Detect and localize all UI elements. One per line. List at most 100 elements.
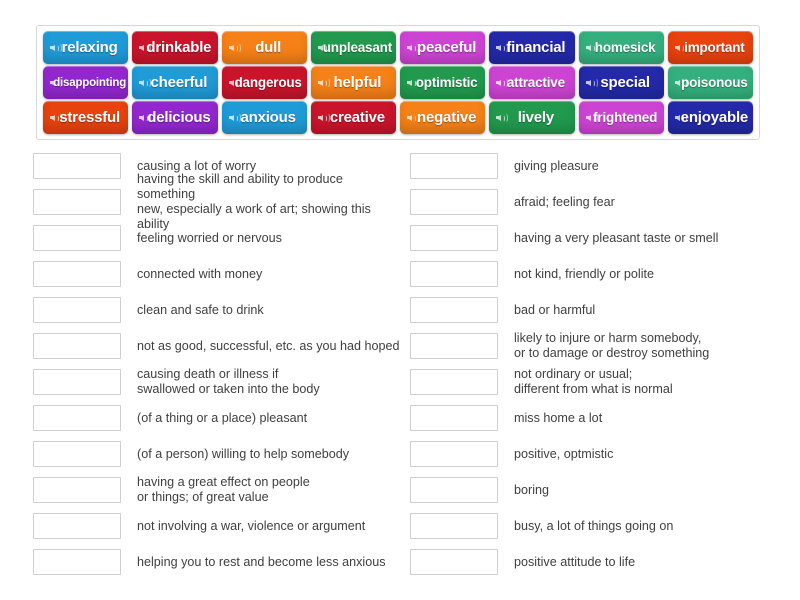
speaker-icon[interactable] xyxy=(228,112,241,124)
speaker-icon[interactable] xyxy=(585,77,598,89)
speaker-icon[interactable] xyxy=(139,112,152,124)
answer-drop-box[interactable] xyxy=(410,297,498,323)
definition-text: busy, a lot of things going on xyxy=(514,518,674,533)
speaker-icon[interactable] xyxy=(228,77,241,89)
answer-drop-box[interactable] xyxy=(410,261,498,287)
word-tile-delicious[interactable]: delicious xyxy=(132,101,218,134)
answer-drop-box[interactable] xyxy=(33,549,121,575)
answer-drop-box[interactable] xyxy=(33,477,121,503)
word-tile-important[interactable]: important xyxy=(667,31,753,64)
speaker-icon[interactable] xyxy=(50,77,63,89)
word-tile-dull[interactable]: dull xyxy=(221,31,307,64)
word-tile-disappointing[interactable]: disappointing xyxy=(43,66,129,99)
word-tile-financial[interactable]: financial xyxy=(489,31,575,64)
definition-text: afraid; feeling fear xyxy=(514,194,615,209)
word-tile-peaceful[interactable]: peaceful xyxy=(400,31,486,64)
definition-row: having the skill and ability to produce … xyxy=(33,172,403,231)
tile-row: stressful delicious anxious creative negativ… xyxy=(41,101,755,134)
definition-text: giving pleasure xyxy=(514,158,599,173)
definition-text: not as good, successful, etc. as you had… xyxy=(137,338,400,353)
speaker-icon[interactable] xyxy=(139,42,152,54)
definition-row: helping you to rest and become less anxi… xyxy=(33,544,403,580)
answer-drop-box[interactable] xyxy=(410,333,498,359)
speaker-icon[interactable] xyxy=(50,42,63,54)
speaker-icon[interactable] xyxy=(585,112,598,124)
word-tile-enjoyable[interactable]: enjoyable xyxy=(667,101,753,134)
answer-drop-box[interactable] xyxy=(410,405,498,431)
definition-text: having a great effect on people or thing… xyxy=(137,475,310,504)
definition-row: causing death or illness if swallowed or… xyxy=(33,364,403,400)
answer-drop-box[interactable] xyxy=(33,225,121,251)
word-tile-drinkable[interactable]: drinkable xyxy=(132,31,218,64)
definition-text: (of a thing or a place) pleasant xyxy=(137,410,308,425)
word-tile-special[interactable]: special xyxy=(578,66,664,99)
definition-row: boring xyxy=(410,472,780,508)
answer-drop-box[interactable] xyxy=(410,513,498,539)
word-tile-anxious[interactable]: anxious xyxy=(221,101,307,134)
answer-drop-box[interactable] xyxy=(33,513,121,539)
definition-text: bad or harmful xyxy=(514,302,596,317)
word-tile-lively[interactable]: lively xyxy=(489,101,575,134)
answer-drop-box[interactable] xyxy=(410,549,498,575)
word-tile-stressful[interactable]: stressful xyxy=(43,101,129,134)
definition-text: having the skill and ability to produce … xyxy=(137,172,371,231)
word-tile-frightened[interactable]: frightened xyxy=(578,101,664,134)
definition-row: positive attitude to life xyxy=(410,544,780,580)
answer-drop-box[interactable] xyxy=(33,369,121,395)
answer-drop-box[interactable] xyxy=(33,261,121,287)
speaker-icon[interactable] xyxy=(407,112,420,124)
definition-row: having a very pleasant taste or smell xyxy=(410,220,780,256)
answer-drop-box[interactable] xyxy=(410,441,498,467)
speaker-icon[interactable] xyxy=(496,42,509,54)
word-tile-optimistic[interactable]: optimistic xyxy=(400,66,486,99)
answer-drop-box[interactable] xyxy=(33,189,121,215)
definition-text: likely to injure or harm somebody, or to… xyxy=(514,331,710,360)
speaker-icon[interactable] xyxy=(674,112,687,124)
answer-drop-box[interactable] xyxy=(33,153,121,179)
speaker-icon[interactable] xyxy=(317,77,330,89)
answer-drop-box[interactable] xyxy=(33,333,121,359)
speaker-icon[interactable] xyxy=(407,42,420,54)
definition-row: likely to injure or harm somebody, or to… xyxy=(410,328,780,364)
word-tile-bank: relaxing drinkable dull unpleasant peaceful f… xyxy=(36,25,760,140)
word-tile-label: special xyxy=(600,74,650,91)
speaker-icon[interactable] xyxy=(228,42,241,54)
word-tile-homesick[interactable]: homesick xyxy=(578,31,664,64)
word-tile-helpful[interactable]: helpful xyxy=(310,66,396,99)
definition-row: bad or harmful xyxy=(410,292,780,328)
speaker-icon[interactable] xyxy=(674,42,687,54)
word-tile-dangerous[interactable]: dangerous xyxy=(221,66,307,99)
tile-row: disappointing cheerful dangerous helpful opt… xyxy=(41,66,755,99)
definition-text: not involving a war, violence or argumen… xyxy=(137,518,366,533)
answer-drop-box[interactable] xyxy=(33,441,121,467)
word-tile-attractive[interactable]: attractive xyxy=(489,66,575,99)
speaker-icon[interactable] xyxy=(407,77,420,89)
definition-row: having a great effect on people or thing… xyxy=(33,472,403,508)
word-tile-creative[interactable]: creative xyxy=(310,101,396,134)
speaker-icon[interactable] xyxy=(496,112,509,124)
answer-drop-box[interactable] xyxy=(410,225,498,251)
answer-drop-box[interactable] xyxy=(410,153,498,179)
definition-text: having a very pleasant taste or smell xyxy=(514,230,719,245)
speaker-icon[interactable] xyxy=(674,77,687,89)
answer-drop-box[interactable] xyxy=(410,477,498,503)
answer-drop-box[interactable] xyxy=(410,189,498,215)
word-tile-unpleasant[interactable]: unpleasant xyxy=(310,31,396,64)
definition-text: (of a person) willing to help somebody xyxy=(137,446,350,461)
speaker-icon[interactable] xyxy=(317,112,330,124)
speaker-icon[interactable] xyxy=(585,42,598,54)
word-tile-relaxing[interactable]: relaxing xyxy=(43,31,129,64)
speaker-icon[interactable] xyxy=(317,42,330,54)
answer-drop-box[interactable] xyxy=(33,297,121,323)
word-tile-cheerful[interactable]: cheerful xyxy=(132,66,218,99)
answer-drop-box[interactable] xyxy=(410,369,498,395)
word-tile-negative[interactable]: negative xyxy=(400,101,486,134)
answer-drop-box[interactable] xyxy=(33,405,121,431)
speaker-icon[interactable] xyxy=(496,77,509,89)
word-tile-poisonous[interactable]: poisonous xyxy=(667,66,753,99)
definition-row: not as good, successful, etc. as you had… xyxy=(33,328,403,364)
speaker-icon[interactable] xyxy=(50,112,63,124)
definition-text: not kind, friendly or polite xyxy=(514,266,655,281)
speaker-icon[interactable] xyxy=(139,77,152,89)
definition-row: not involving a war, violence or argumen… xyxy=(33,508,403,544)
